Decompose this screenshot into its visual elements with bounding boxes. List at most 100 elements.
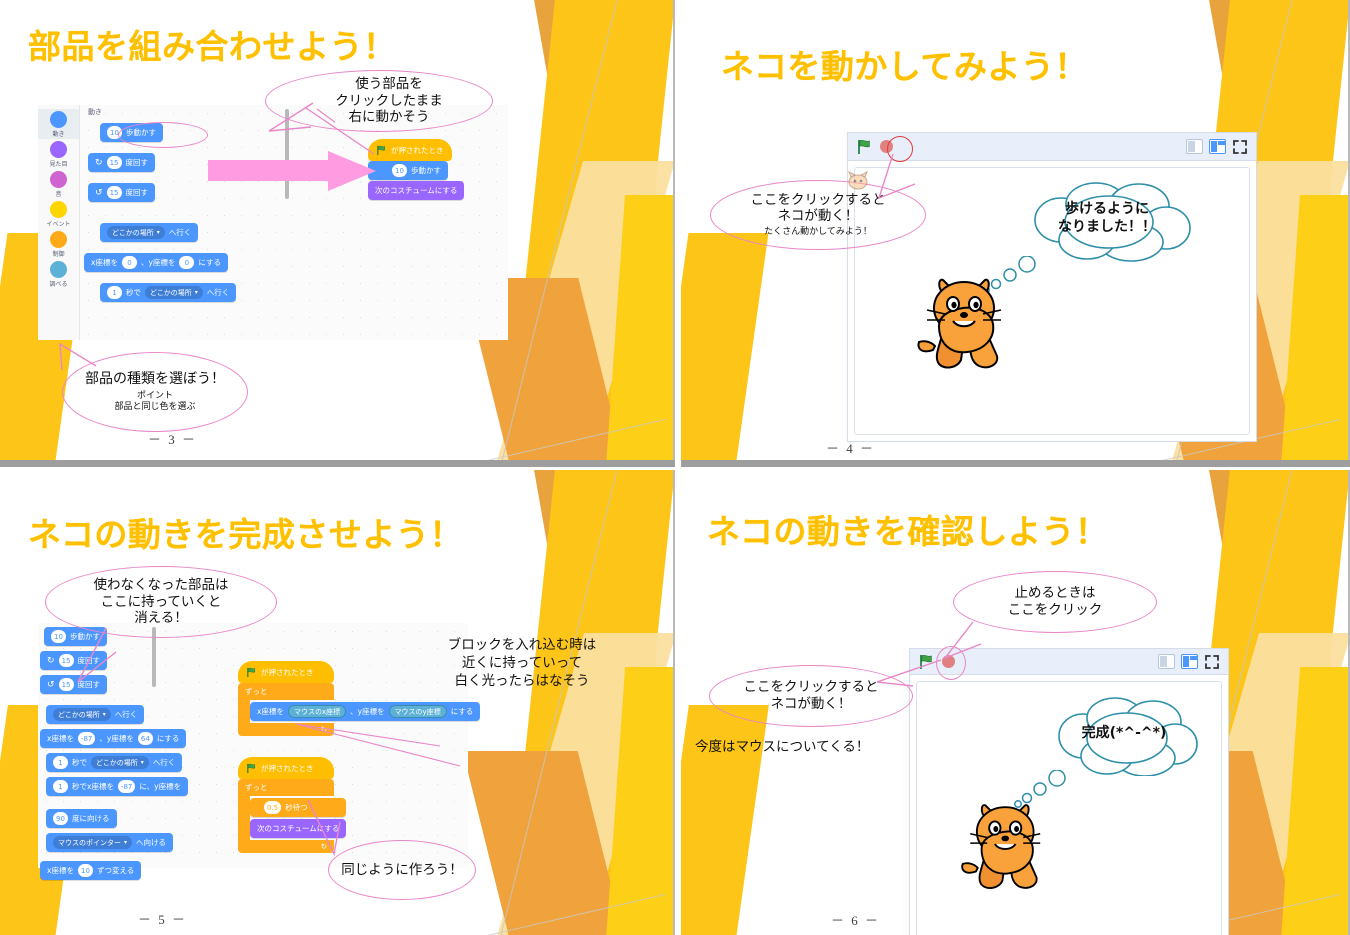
block-label: が押されたとき [261,667,314,677]
slide-3-title: 部品を組み合わせよう！ [28,27,397,66]
large-stage-icon[interactable] [1181,654,1198,669]
block-point-towards[interactable]: マウスのポインター ▾ へ向ける [46,833,174,852]
callout-text: ここをクリックすると ネコが動く！ [743,679,879,712]
block-input-value[interactable]: -87 [77,732,96,745]
block-goto[interactable]: どこかの場所 ▾ へ行く [46,705,145,724]
block-input-value[interactable]: 10 [77,864,93,877]
block-label: x座標を [47,866,74,875]
block-label: 度回す [125,158,149,167]
palette-category-sensing[interactable]: 調べる [38,259,79,289]
slide-3-page-number: － 3 － [147,432,197,447]
cat-cursor-icon [848,170,868,190]
block-label: 秒でx座標を [72,782,114,791]
palette-label: 動き [52,131,65,138]
block-dropdown[interactable]: どこかの場所 ▾ [145,286,203,299]
chevron-down-icon: ▾ [102,711,106,718]
sound-dot-icon [50,171,67,188]
slide-4: ネコを動かしてみよう！ 歩けるように なりました！！ ここをクリックすると ネコ… [681,0,1350,460]
block-label: x座標を [47,734,74,743]
block-input-value[interactable]: 90 [53,812,68,825]
block-goto[interactable]: どこかの場所 ▾ へ行く [100,223,199,242]
slide-5: ネコの動きを完成させよう！ 10 歩動かす ↻ 15 度回す ↺ 15 度回す [0,470,675,935]
green-flag-icon[interactable] [856,139,872,155]
block-label: 秒で [126,288,141,297]
palette-category-looks[interactable]: 見た目 [38,139,79,169]
slide-6-page-number: － 6 － [830,913,880,928]
callout-tail [77,627,117,683]
dropdown-value: どこかの場所 [150,288,192,297]
stage-canvas[interactable]: 完成(*^-^*) [916,681,1222,935]
palette-category-sound[interactable]: 音 [38,169,79,199]
block-input-value[interactable]: 15 [106,186,122,199]
green-flag-icon [247,763,256,773]
block-input-value[interactable]: 1 [53,780,68,793]
large-stage-icon[interactable] [1209,139,1226,154]
block-glide-to-xy[interactable]: 1 秒でx座標を -87 に、y座標を [46,777,189,796]
block-input-value[interactable]: 10 [51,630,66,643]
turn-left-icon: ↺ [95,187,103,198]
block-input-value[interactable]: 0.5 [264,801,282,814]
stage-window-s6: 完成(*^-^*) [909,648,1229,935]
palette-section-header: 動き [88,109,102,116]
callout-text: 同じように作ろう！ [341,861,463,878]
block-input-value[interactable]: 64 [137,732,153,745]
block-label: へ行く [114,710,138,719]
dropdown-value: どこかの場所 [58,710,100,719]
block-input-value[interactable]: 15 [106,156,122,169]
block-label: へ行く [152,758,176,767]
callout-connector-lines [295,723,461,767]
slide-4-title: ネコを動かしてみよう！ [721,47,1088,86]
note-follows-mouse: 今度はマウスについてくる！ [695,739,870,755]
block-label: にする [198,258,221,267]
block-label: ずっと [245,783,268,792]
block-input-value[interactable]: -87 [117,780,136,793]
block-palette-categories[interactable]: 動き 見た目 音 イベント 制御 調べる [38,105,80,340]
block-dropdown[interactable]: マウスのポインター ▾ [53,836,133,849]
block-set-xy[interactable]: x座標を -87 、y座標を 64 にする [40,729,187,748]
block-label: に、y座標を [139,782,182,791]
slide-4-page-number: － 4 － [825,441,875,456]
block-input-value[interactable]: 0 [121,256,137,269]
events-dot-icon [50,201,67,218]
thought-text: 完成(*^-^*) [1081,724,1167,741]
block-glide-to[interactable]: 1 秒で どこかの場所 ▾ へ行く [100,283,237,302]
block-input-value[interactable]: 1 [107,286,122,299]
thought-bubble-s6: 完成(*^-^*) [1049,696,1199,777]
callout-tail [877,153,916,200]
slide-3: 部品を組み合わせよう！ 動き 見た目 音 イベント 制御 調べる 動き 10 歩… [0,0,675,460]
fullscreen-icon[interactable] [1232,139,1248,155]
block-label: にする [156,734,180,743]
palette-label: 調べる [49,281,68,288]
block-label: 、y座標を [99,734,134,743]
block-glide-to[interactable]: 1 秒で どこかの場所 ▾ へ行く [46,753,183,772]
script-block-next-costume[interactable]: 次のコスチュームにする [368,181,465,200]
block-point-in-direction[interactable]: 90 度に向ける [46,809,117,828]
turn-left-icon: ↺ [47,679,55,690]
stage-size-controls [1186,139,1248,155]
slide-5-page-number: － 5 － [137,912,187,927]
dropdown-value: マウスのポインター [58,838,121,847]
block-dropdown[interactable]: どこかの場所 ▾ [53,708,111,721]
slide-5-title: ネコの動きを完成させよう！ [28,515,463,554]
thought-bubble-s4: 歩けるように なりました！！ [1021,180,1193,262]
block-input-value[interactable]: 1 [53,756,68,769]
callout-text: ここをクリックすると ネコが動く！ [750,191,886,225]
small-stage-icon[interactable] [1186,139,1203,154]
block-turn-right[interactable]: ↻ 15 度回す [88,153,156,172]
scratch-cat-sprite [917,278,1002,369]
block-dropdown[interactable]: どこかの場所 ▾ [91,756,149,769]
palette-label: 見た目 [49,161,68,168]
block-input-value[interactable]: 0 [179,256,195,269]
script1-hat-when-flag-clicked[interactable]: が押されたとき [238,661,334,683]
block-set-xy[interactable]: x座標を 0 、y座標を 0 にする [84,253,228,272]
palette-category-motion[interactable]: 動き [38,109,79,139]
small-stage-icon[interactable] [1158,654,1175,669]
palette-category-control[interactable]: 制御 [38,229,79,259]
block-label: x座標を [91,258,118,267]
block-dropdown[interactable]: どこかの場所 ▾ [107,226,165,239]
block-change-x-by[interactable]: x座標を 10 ずつ変える [40,861,142,880]
fullscreen-icon[interactable] [1204,654,1220,670]
forever-label: ずっと [238,683,334,700]
palette-category-events[interactable]: イベント [38,199,79,229]
block-turn-left[interactable]: ↺ 15 度回す [88,183,156,202]
